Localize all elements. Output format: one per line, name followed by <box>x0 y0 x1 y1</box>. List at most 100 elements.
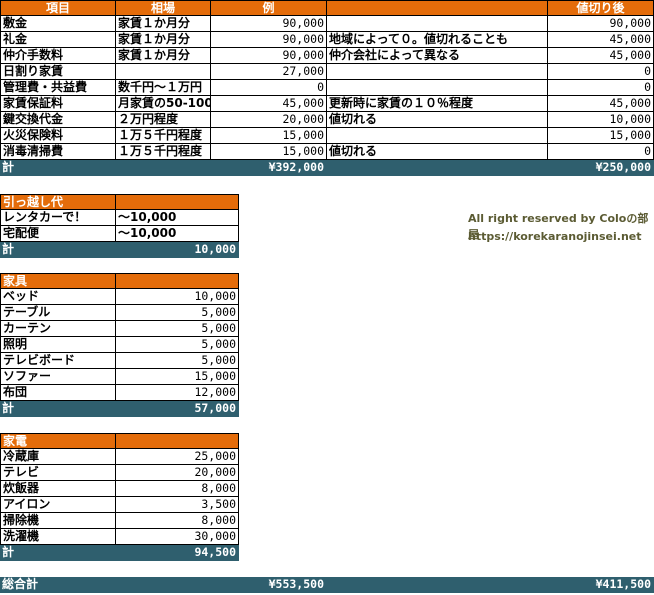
grand-total-after: ¥411,500 <box>548 577 654 593</box>
appliances-header: 家電 <box>0 433 116 449</box>
moving-item: 宅配便 <box>0 226 116 242</box>
cell-market: 家賃１か月分 <box>116 16 211 32</box>
cell-market: 家賃１か月分 <box>116 48 211 64</box>
credit-url: https://korekaranojinsei.net <box>468 230 642 243</box>
main-table-row: 火災保険料 １万５千円程度 15,000 15,000 <box>0 128 654 144</box>
total-label: 計 <box>0 160 116 176</box>
furniture-item: 照明 <box>0 337 116 353</box>
cell-example: 45,000 <box>211 96 327 112</box>
appliances-row: テレビ 20,000 <box>0 465 654 481</box>
cell-note: 地域によって０。値切れることも <box>327 32 548 48</box>
appliances-value: 25,000 <box>116 449 239 465</box>
appliances-row: アイロン 3,500 <box>0 497 654 513</box>
cell-note <box>327 16 548 32</box>
furniture-item: ベッド <box>0 289 116 305</box>
furniture-total-label: 計 <box>0 401 116 417</box>
cell-item: 管理費・共益費 <box>0 80 116 96</box>
main-table-row: 家賃保証料月家賃の50-100％45,000更新時に家賃の１０％程度45,000 <box>0 96 654 112</box>
furniture-header-blank <box>116 273 239 289</box>
furniture-value: 5,000 <box>116 337 239 353</box>
moving-header-blank <box>116 194 239 210</box>
appliances-item: アイロン <box>0 497 116 513</box>
cell-example: 20,000 <box>211 112 327 128</box>
furniture-row: テーブル 5,000 <box>0 305 654 321</box>
grand-total-blank <box>327 577 548 593</box>
furniture-total-row: 計 57,000 <box>0 401 654 417</box>
header-item: 項目 <box>0 0 116 16</box>
furniture-item: テレビボード <box>0 353 116 369</box>
furniture-value: 12,000 <box>116 385 239 401</box>
cell-after: 0 <box>548 80 654 96</box>
cell-after: 10,000 <box>548 112 654 128</box>
cell-item: 鍵交換代金 <box>0 112 116 128</box>
cell-note: 更新時に家賃の１０％程度 <box>327 96 548 112</box>
header-market: 相場 <box>116 0 211 16</box>
moving-total-row: 計 10,000 <box>0 242 654 258</box>
cell-note: 仲介会社によって異なる <box>327 48 548 64</box>
appliances-item: 掃除機 <box>0 513 116 529</box>
total-blank <box>116 160 211 176</box>
furniture-value: 15,000 <box>116 369 239 385</box>
appliances-row: 洗濯機 30,000 <box>0 529 654 545</box>
cell-example: 27,000 <box>211 64 327 80</box>
cell-after: 45,000 <box>548 96 654 112</box>
appliances-item: 冷蔵庫 <box>0 449 116 465</box>
appliances-row: 炊飯器 8,000 <box>0 481 654 497</box>
main-table-row: 敷金 家賃１か月分 90,000 90,000 <box>0 16 654 32</box>
header-after: 値切り後 <box>548 0 654 16</box>
total-after: ¥250,000 <box>548 160 654 176</box>
cell-market: 数千円～１万円 <box>116 80 211 96</box>
main-table-row: 管理費・共益費 数千円～１万円 0 0 <box>0 80 654 96</box>
appliances-row: 冷蔵庫 25,000 <box>0 449 654 465</box>
cell-market: １万５千円程度 <box>116 144 211 160</box>
total-example: ¥392,000 <box>211 160 327 176</box>
main-table-row: 消毒清掃費 １万５千円程度 15,000 値切れる 0 <box>0 144 654 160</box>
cell-after: 0 <box>548 64 654 80</box>
cell-after: 45,000 <box>548 32 654 48</box>
cell-example: 90,000 <box>211 48 327 64</box>
appliances-total-row: 計 94,500 <box>0 545 654 561</box>
furniture-row: 照明 5,000 <box>0 337 654 353</box>
furniture-item: 布団 <box>0 385 116 401</box>
cell-note <box>327 80 548 96</box>
cell-note: 値切れる <box>327 112 548 128</box>
moving-item: レンタカーで！ <box>0 210 116 226</box>
cell-market: 家賃１か月分 <box>116 32 211 48</box>
cell-item: 礼金 <box>0 32 116 48</box>
cell-example: 0 <box>211 80 327 96</box>
furniture-header-row: 家具 <box>0 273 654 289</box>
total-blank <box>327 160 548 176</box>
cell-example: 15,000 <box>211 128 327 144</box>
cell-item: 日割り家賃 <box>0 64 116 80</box>
cell-example: 90,000 <box>211 16 327 32</box>
moving-total-value: 10,000 <box>116 242 239 258</box>
grand-total-row: 総合計 ¥553,500 ¥411,500 <box>0 577 654 593</box>
furniture-value: 5,000 <box>116 305 239 321</box>
appliances-value: 3,500 <box>116 497 239 513</box>
appliances-item: 洗濯機 <box>0 529 116 545</box>
cell-item: 消毒清掃費 <box>0 144 116 160</box>
appliances-row: 掃除機 8,000 <box>0 513 654 529</box>
cell-note <box>327 64 548 80</box>
cell-market: ２万円程度 <box>116 112 211 128</box>
appliances-item: テレビ <box>0 465 116 481</box>
appliances-total-label: 計 <box>0 545 116 561</box>
cell-market: 月家賃の50-100％ <box>116 96 211 112</box>
moving-total-label: 計 <box>0 242 116 258</box>
moving-header: 引っ越し代 <box>0 194 116 210</box>
cell-note <box>327 128 548 144</box>
furniture-row: カーテン 5,000 <box>0 321 654 337</box>
grand-total-example: ¥553,500 <box>211 577 327 593</box>
moving-value: ～10,000 <box>116 226 239 242</box>
main-total-row: 計 ¥392,000 ¥250,000 <box>0 160 654 176</box>
appliances-value: 8,000 <box>116 513 239 529</box>
grand-total-blank <box>116 577 211 593</box>
furniture-row: ソファー 15,000 <box>0 369 654 385</box>
furniture-row: テレビボード 5,000 <box>0 353 654 369</box>
header-note <box>327 0 548 16</box>
cell-after: 45,000 <box>548 48 654 64</box>
cell-item: 敷金 <box>0 16 116 32</box>
moving-header-row: 引っ越し代 <box>0 194 654 210</box>
furniture-value: 10,000 <box>116 289 239 305</box>
furniture-row: ベッド 10,000 <box>0 289 654 305</box>
